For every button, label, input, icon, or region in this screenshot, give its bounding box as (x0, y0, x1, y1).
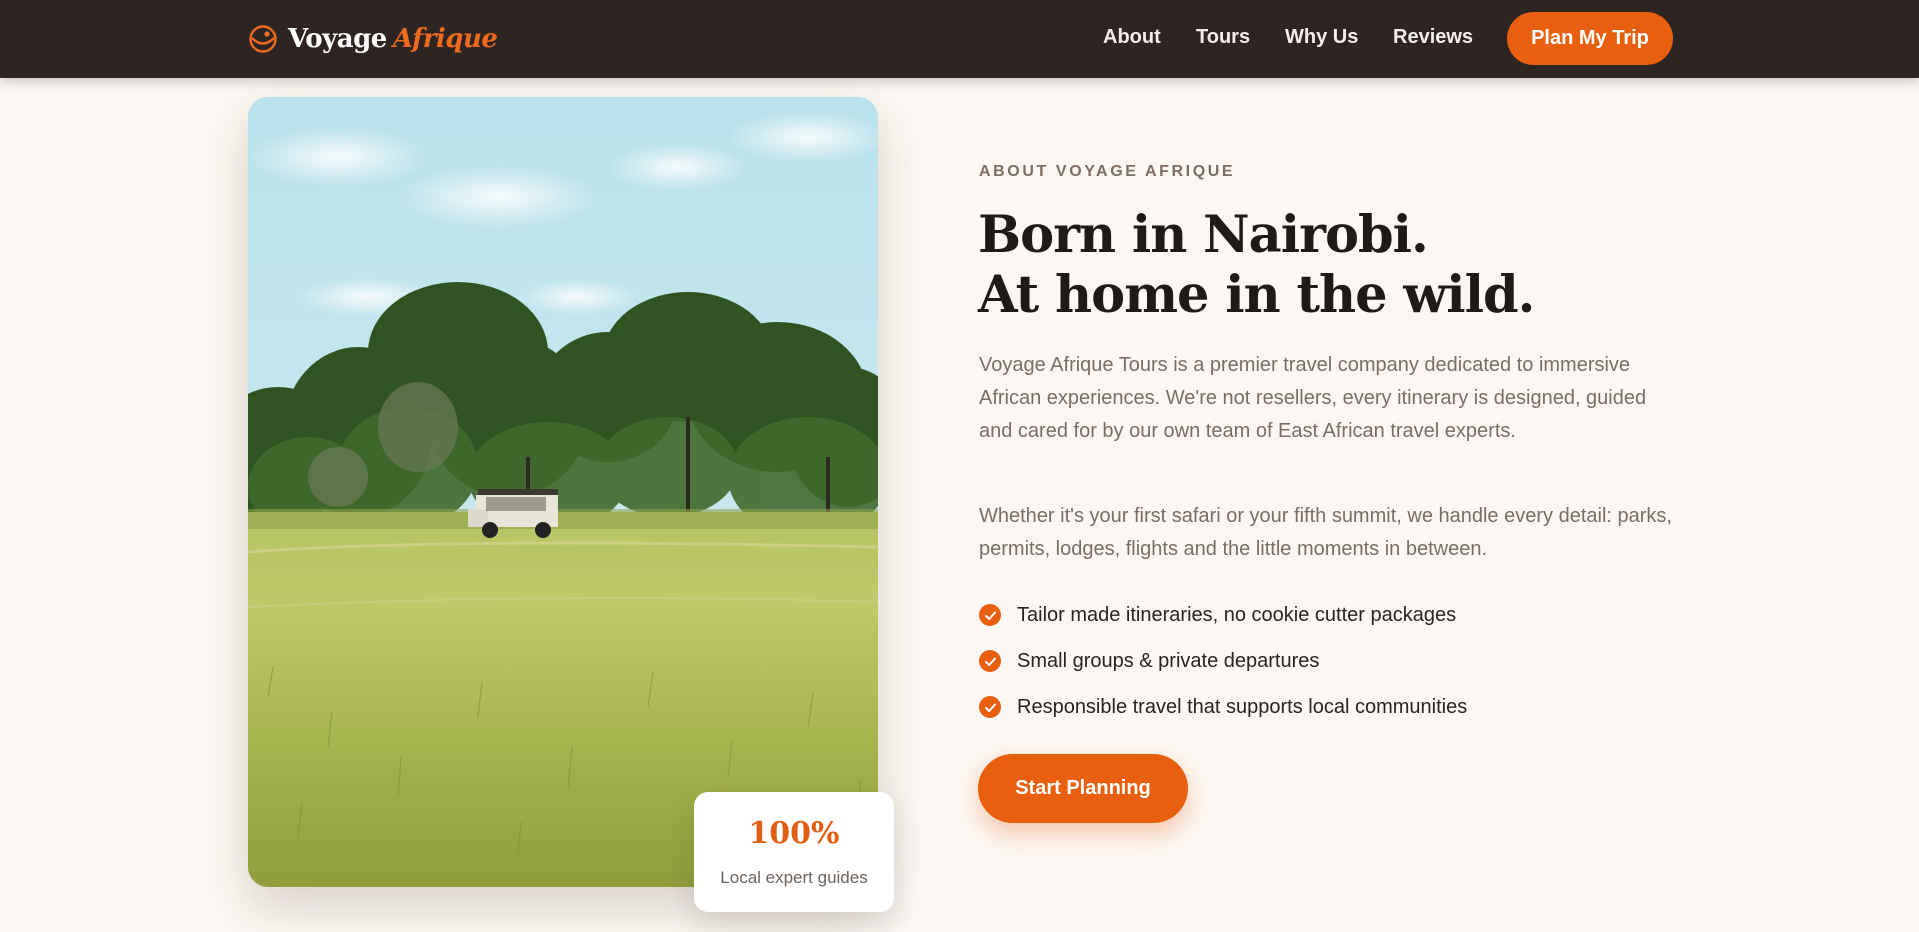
feature-item: Tailor made itineraries, no cookie cutte… (979, 592, 1467, 638)
nav-link-about[interactable]: About (1103, 26, 1161, 49)
brand-name: Voyage Afrique (288, 24, 498, 54)
sun-logo-icon (249, 25, 277, 53)
nav-link-reviews[interactable]: Reviews (1393, 26, 1473, 49)
savanna-landscape-image (248, 97, 878, 887)
feature-text: Small groups & private departures (1017, 649, 1320, 672)
feature-item: Small groups & private departures (979, 638, 1467, 684)
feature-item: Responsible travel that supports local c… (979, 684, 1467, 730)
stat-card: 100% Local expert guides (694, 792, 894, 912)
stat-label: Local expert guides (720, 868, 868, 887)
headline-line-1: Born in Nairobi. (978, 205, 1429, 265)
start-planning-button[interactable]: Start Planning (978, 754, 1188, 823)
check-icon (979, 696, 1001, 718)
check-icon (979, 604, 1001, 626)
site-header: Voyage Afrique About Tours Why Us Reviews… (0, 0, 1919, 78)
nav-link-tours[interactable]: Tours (1196, 26, 1250, 49)
plan-my-trip-button[interactable]: Plan My Trip (1507, 12, 1673, 65)
headline-line-2: At home in the wild. (978, 265, 1535, 325)
feature-text: Responsible travel that supports local c… (1017, 695, 1468, 718)
section-eyebrow: ABOUT VOYAGE AFRIQUE (979, 163, 1236, 180)
safari-photo (248, 97, 878, 887)
about-paragraph-2: Whether it's your first safari or your f… (979, 505, 1672, 560)
stat-value: 100% (748, 816, 840, 851)
about-paragraph-1: Voyage Afrique Tours is a premier travel… (979, 354, 1647, 442)
section-headline: Born in Nairobi. At home in the wild. (978, 205, 1535, 325)
feature-text: Tailor made itineraries, no cookie cutte… (1017, 603, 1457, 626)
nav-link-why-us[interactable]: Why Us (1285, 26, 1358, 49)
check-icon (979, 650, 1001, 672)
brand-logo[interactable]: Voyage Afrique (248, 22, 498, 56)
feature-list: Tailor made itineraries, no cookie cutte… (979, 592, 1467, 730)
